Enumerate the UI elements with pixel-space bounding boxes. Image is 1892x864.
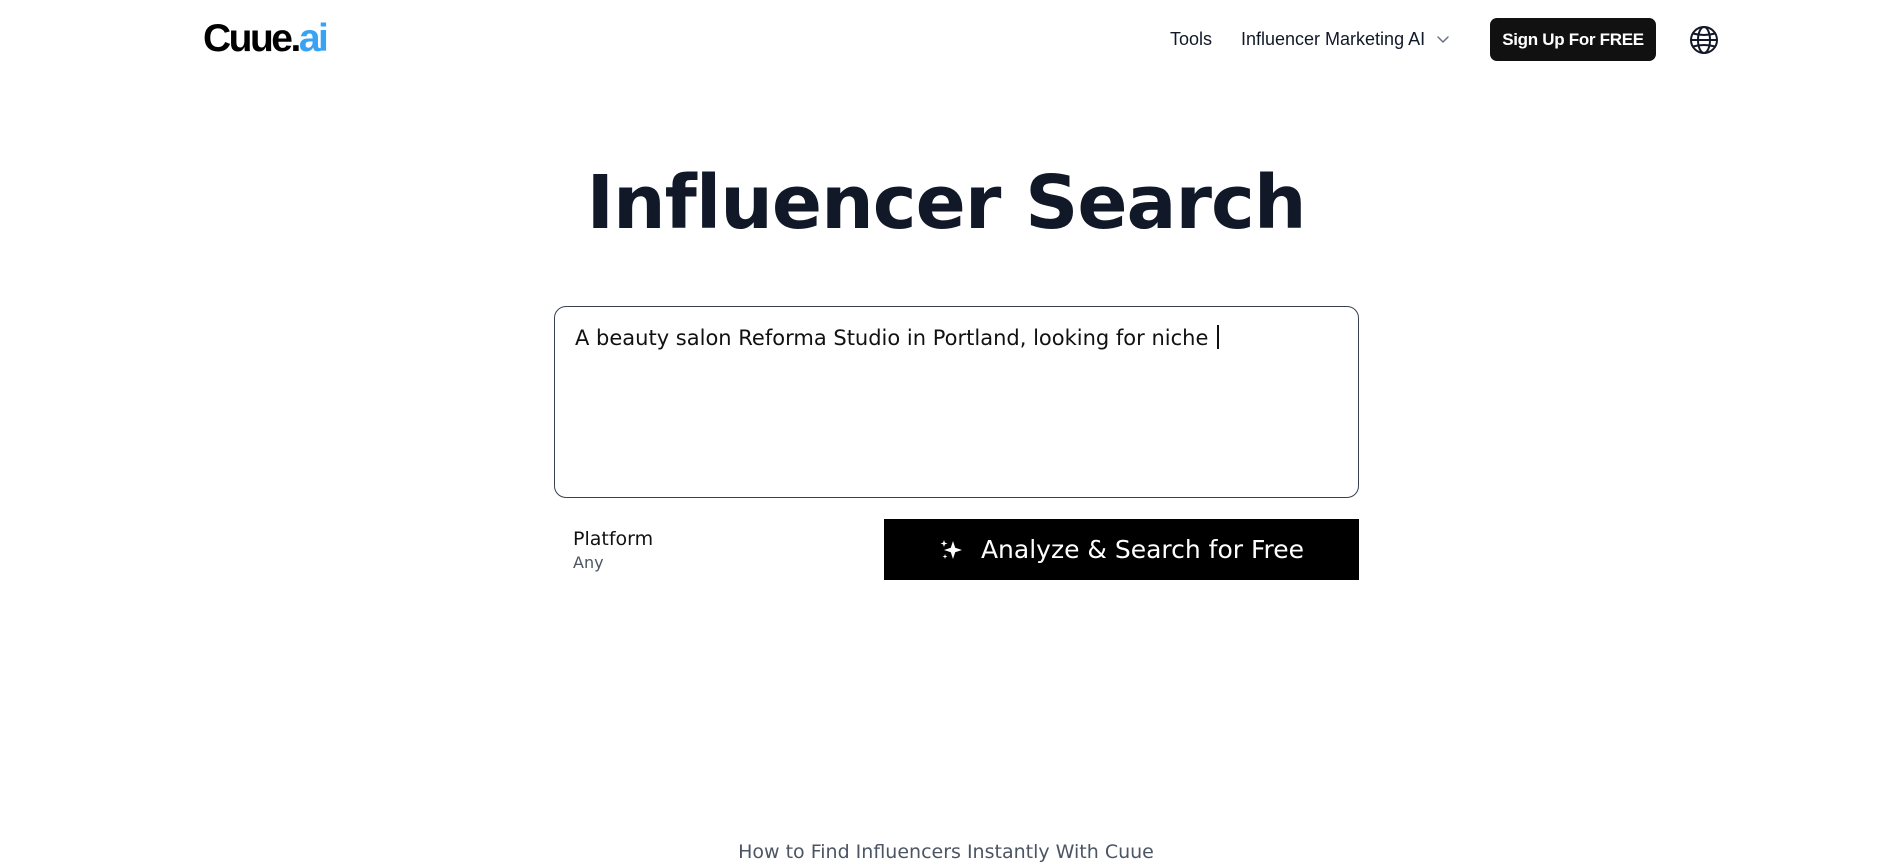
platform-value: Any [573, 553, 604, 572]
search-query-text: A beauty salon Reforma Studio in Portlan… [575, 326, 1216, 350]
top-header: Cuue.ai Tools Influencer Marketing AI Si… [0, 0, 1892, 80]
page-title: Influencer Search [586, 160, 1306, 246]
logo-accent-text: ai [298, 17, 329, 60]
analyze-search-button[interactable]: Analyze & Search for Free [884, 519, 1359, 580]
how-to-find-influencers-link[interactable]: How to Find Influencers Instantly With C… [0, 840, 1892, 864]
nav-tools-link[interactable]: Tools [1170, 26, 1212, 52]
search-query-textarea[interactable]: A beauty salon Reforma Studio in Portlan… [554, 306, 1359, 498]
chevron-down-icon [1437, 36, 1449, 43]
platform-label: Platform [573, 528, 654, 550]
sparkle-icon [940, 539, 962, 559]
globe-icon[interactable] [1688, 24, 1720, 56]
analyze-search-label: Analyze & Search for Free [980, 534, 1305, 564]
logo-text: Cuue. [203, 17, 301, 60]
nav-influencer-marketing-ai-label: Influencer Marketing AI [1241, 29, 1426, 49]
text-caret [1217, 325, 1219, 349]
platform-selector[interactable]: Platform Any [573, 526, 653, 574]
sign-up-button[interactable]: Sign Up For FREE [1490, 18, 1656, 61]
nav-influencer-marketing-ai-dropdown[interactable]: Influencer Marketing AI [1241, 26, 1451, 52]
cuue-logo[interactable]: Cuue.ai [203, 14, 329, 64]
